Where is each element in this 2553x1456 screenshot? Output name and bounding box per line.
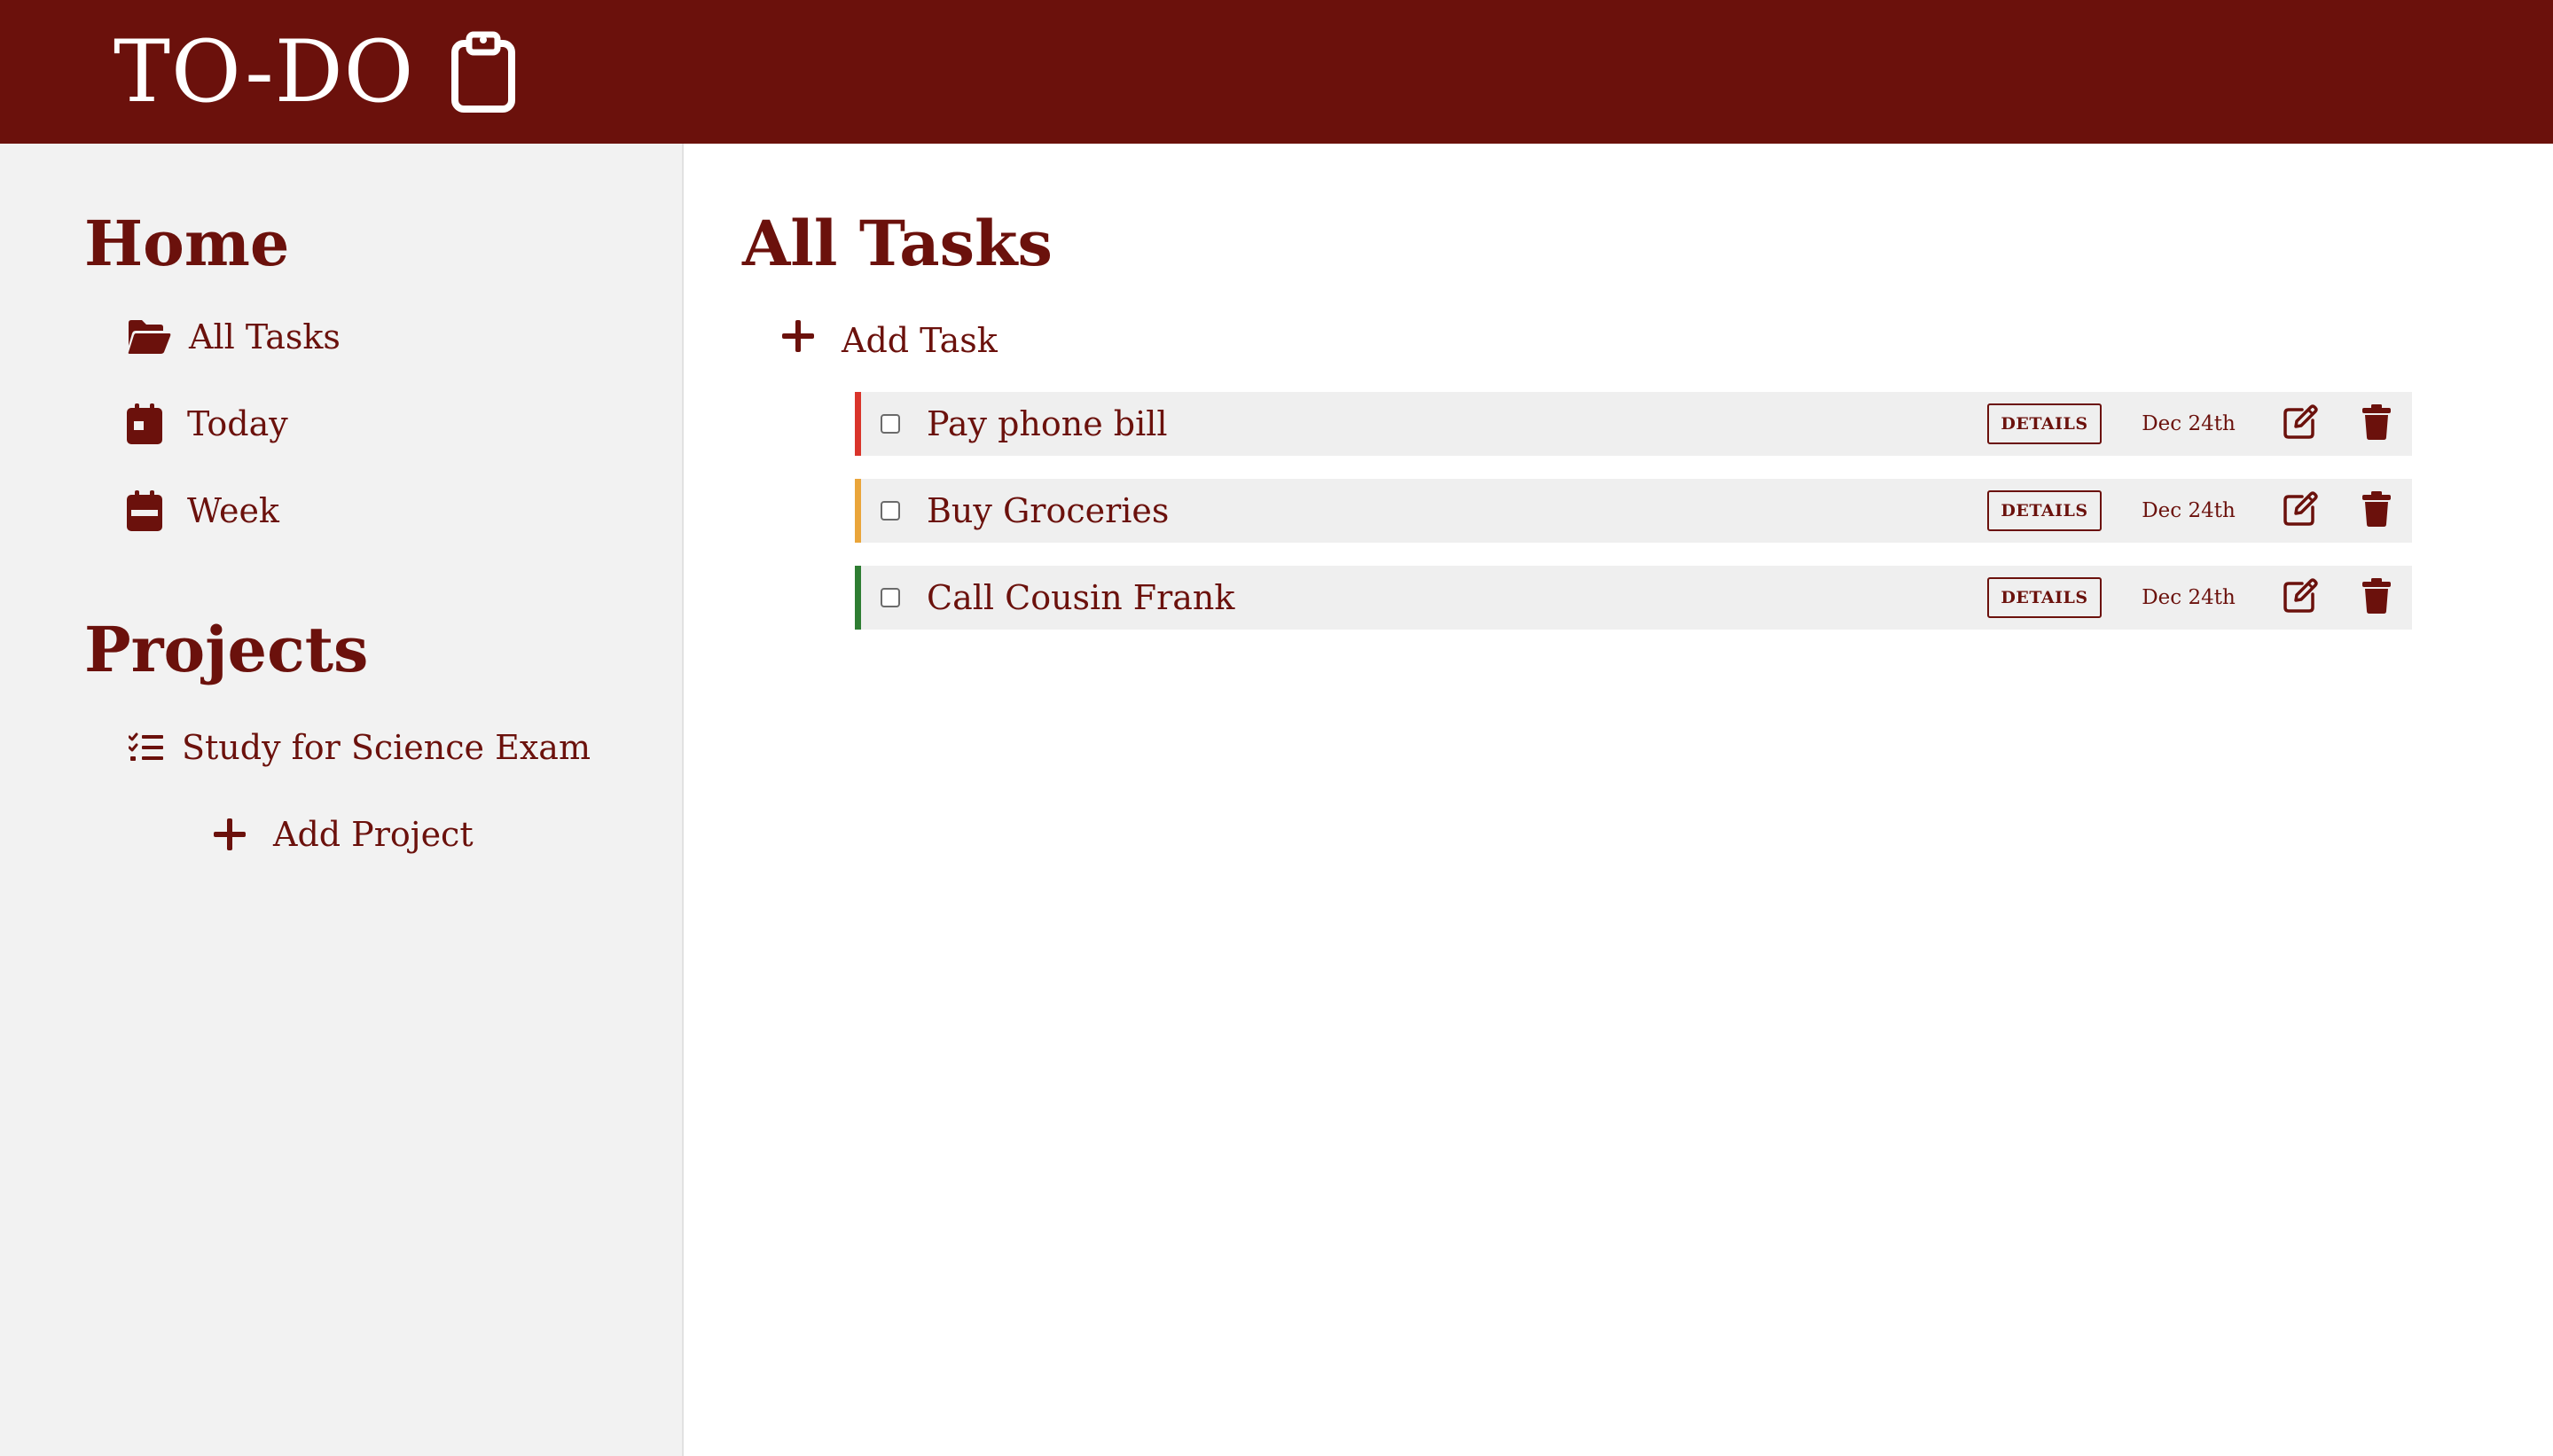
- sidebar-item-study-for-science-exam[interactable]: Study for Science Exam: [129, 731, 591, 764]
- task-date: Dec 24th: [2142, 412, 2236, 435]
- task-row: Call Cousin Frank DETAILS Dec 24th: [855, 566, 2412, 630]
- clipboard-icon: [414, 31, 517, 113]
- sidebar-item-today[interactable]: Today: [127, 403, 288, 444]
- task-checkbox[interactable]: [881, 501, 900, 521]
- sidebar-item-label: All Tasks: [189, 317, 341, 356]
- details-button[interactable]: DETAILS: [1987, 403, 2102, 444]
- trash-icon[interactable]: [2318, 578, 2412, 617]
- task-title: Pay phone bill: [927, 404, 1168, 443]
- edit-icon[interactable]: [2251, 491, 2318, 530]
- sidebar: Home All Tasks Today Week Projects Study…: [0, 144, 684, 1456]
- task-date: Dec 24th: [2142, 499, 2236, 522]
- projects-heading: Projects: [84, 613, 369, 686]
- add-task-label: Add Task: [842, 320, 998, 360]
- sidebar-item-label: Study for Science Exam: [182, 728, 591, 767]
- folder-open-icon: [127, 319, 171, 355]
- plus-icon: [781, 319, 842, 361]
- add-task-button[interactable]: Add Task: [781, 319, 998, 361]
- task-row: Pay phone bill DETAILS Dec 24th: [855, 392, 2412, 456]
- app-header: TO-DO: [0, 0, 2553, 144]
- details-button[interactable]: DETAILS: [1987, 577, 2102, 618]
- home-heading: Home: [84, 207, 290, 280]
- trash-icon[interactable]: [2318, 404, 2412, 443]
- add-project-button[interactable]: Add Project: [213, 818, 474, 851]
- task-title: Buy Groceries: [927, 491, 1170, 530]
- sidebar-item-label: Week: [187, 491, 279, 530]
- task-title: Call Cousin Frank: [927, 578, 1235, 617]
- task-date: Dec 24th: [2142, 586, 2236, 609]
- details-button[interactable]: DETAILS: [1987, 490, 2102, 531]
- task-checkbox[interactable]: [881, 588, 900, 607]
- plus-icon: [213, 818, 247, 851]
- main-content: All Tasks Add Task Pay phone bill DETAIL…: [684, 144, 2553, 1456]
- task-list-icon: [129, 732, 164, 763]
- app-title: TO-DO: [114, 22, 415, 121]
- task-checkbox[interactable]: [881, 414, 900, 434]
- calendar-week-icon: [127, 490, 162, 531]
- page-title: All Tasks: [742, 207, 1053, 280]
- trash-icon[interactable]: [2318, 491, 2412, 530]
- task-row: Buy Groceries DETAILS Dec 24th: [855, 479, 2412, 543]
- sidebar-item-all-tasks[interactable]: All Tasks: [127, 319, 341, 355]
- edit-icon[interactable]: [2251, 404, 2318, 443]
- calendar-day-icon: [127, 403, 162, 444]
- add-project-label: Add Project: [273, 815, 474, 854]
- edit-icon[interactable]: [2251, 578, 2318, 617]
- sidebar-item-week[interactable]: Week: [127, 490, 279, 531]
- sidebar-item-label: Today: [187, 404, 288, 443]
